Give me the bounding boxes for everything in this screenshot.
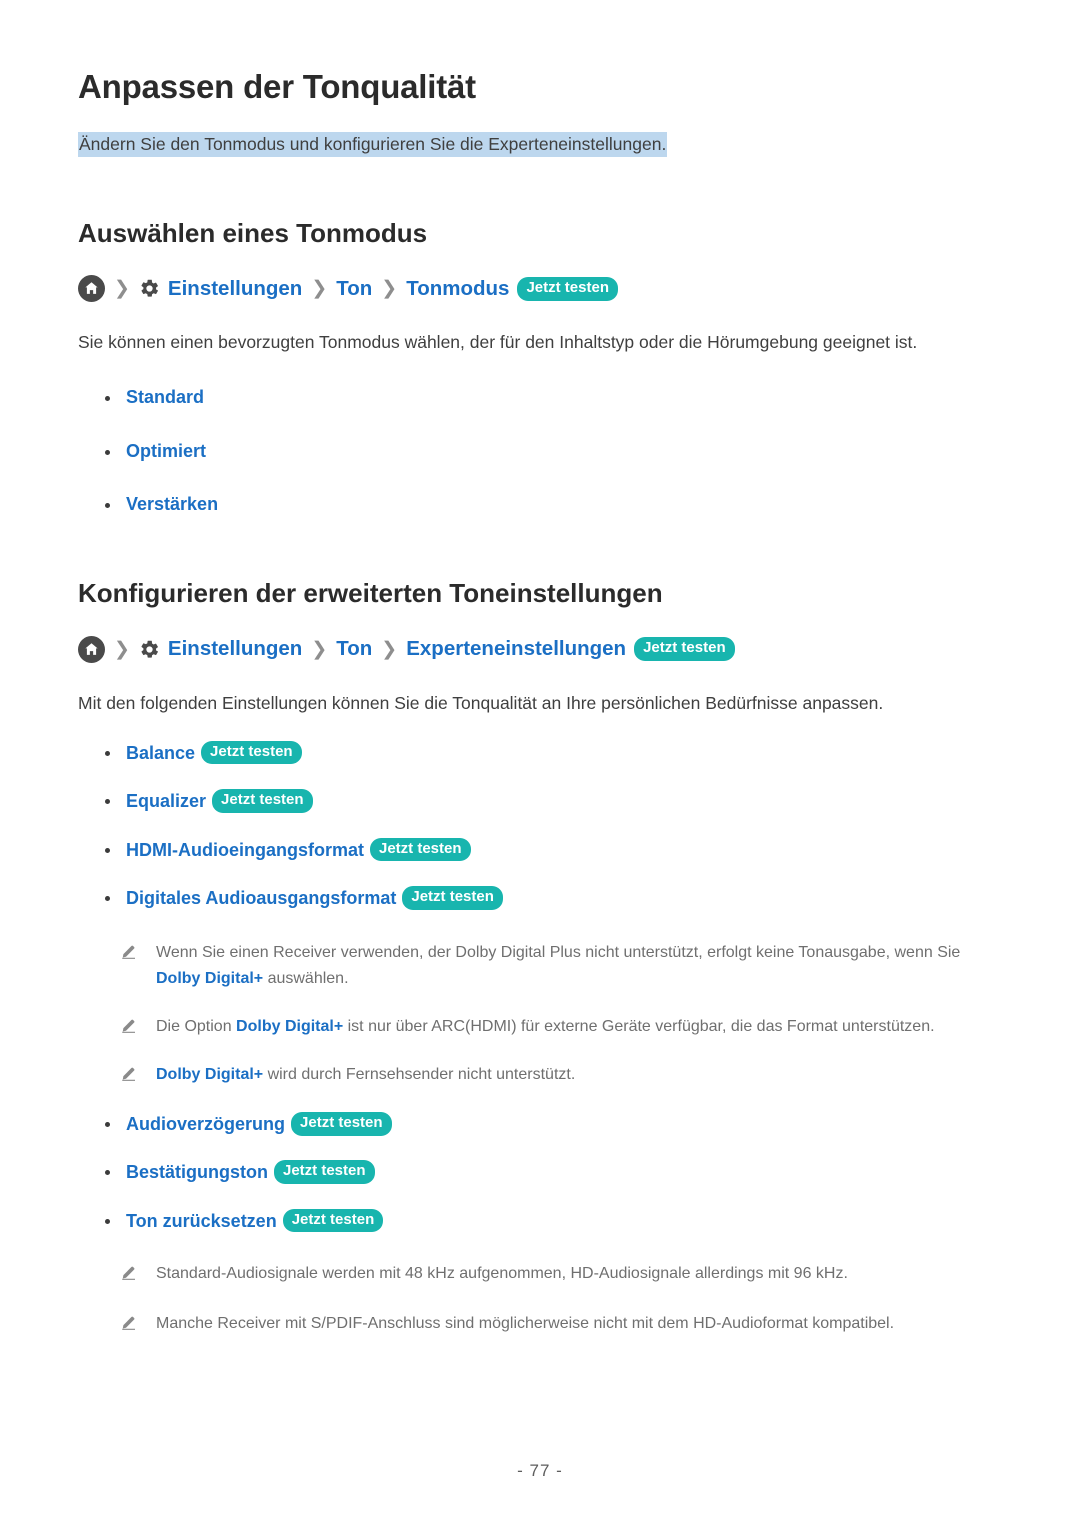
try-now-badge[interactable]: Jetzt testen bbox=[370, 837, 471, 862]
note-item: Die Option Dolby Digital+ ist nur über A… bbox=[78, 1014, 1002, 1040]
gear-icon bbox=[139, 278, 161, 300]
breadcrumb-sound-mode[interactable]: ❯ Einstellungen ❯ Ton ❯ Tonmodus Jetzt t… bbox=[78, 275, 1002, 303]
breadcrumb-separator-icon: ❯ bbox=[114, 278, 130, 300]
section-heading-sound-mode: Auswählen eines Tonmodus bbox=[78, 217, 428, 248]
try-now-badge[interactable]: Jetzt testen bbox=[201, 740, 302, 765]
section-intro-expert-settings: Mit den folgenden Einstellungen können S… bbox=[78, 692, 884, 713]
gear-icon bbox=[139, 638, 161, 660]
list-item[interactable]: Verstärken bbox=[78, 493, 1002, 516]
note-text-pre: Manche Receiver mit S/PDIF-Anschluss sin… bbox=[156, 1315, 895, 1332]
list-item-label: Bestätigungston bbox=[126, 1162, 268, 1183]
list-item[interactable]: HDMI-Audioeingangsformat Jetzt testen bbox=[78, 837, 1002, 862]
pencil-icon bbox=[120, 1263, 138, 1281]
list-item-label: Balance bbox=[126, 742, 196, 763]
list-item[interactable]: Audioverzögerung Jetzt testen bbox=[78, 1111, 1002, 1136]
notes-audio-format: Standard-Audiosignale werden mit 48 kHz … bbox=[78, 1261, 1002, 1337]
note-text-post: wird durch Fernsehsender nicht unterstüt… bbox=[263, 1066, 576, 1084]
list-item-label: Standard bbox=[126, 387, 205, 408]
breadcrumb-separator-icon: ❯ bbox=[114, 638, 130, 660]
list-item-label: HDMI-Audioeingangsformat bbox=[126, 839, 364, 860]
home-icon[interactable] bbox=[78, 635, 105, 663]
list-item[interactable]: Digitales Audioausgangsformat Jetzt teste… bbox=[78, 885, 1002, 910]
breadcrumb-item-sound-mode[interactable]: Tonmodus bbox=[406, 277, 509, 301]
breadcrumb-separator-icon: ❯ bbox=[381, 638, 398, 660]
try-now-badge[interactable]: Jetzt testen bbox=[634, 637, 735, 661]
breadcrumb-expert-settings[interactable]: ❯ Einstellungen ❯ Ton ❯ Experteneinstell… bbox=[78, 635, 1002, 663]
sound-mode-list: Standard Optimiert Verstärken bbox=[78, 386, 1002, 516]
pencil-icon bbox=[120, 1064, 138, 1082]
note-text-pre: Standard-Audiosignale werden mit 48 kHz … bbox=[156, 1265, 848, 1283]
breadcrumb-separator-icon: ❯ bbox=[311, 278, 328, 300]
document-page: Anpassen der Tonqualität Ändern Sie den … bbox=[0, 0, 1080, 1527]
note-item: Manche Receiver mit S/PDIF-Anschluss sin… bbox=[78, 1311, 1002, 1337]
list-item-label: Optimiert bbox=[126, 440, 207, 461]
list-item-label: Audioverzögerung bbox=[126, 1113, 286, 1134]
page-number: - 77 - bbox=[517, 1461, 563, 1480]
page-subtitle-container: Ändern Sie den Tonmodus und konfiguriere… bbox=[78, 130, 1002, 158]
list-item[interactable]: Equalizer Jetzt testen bbox=[78, 789, 1002, 813]
breadcrumb-item-sound[interactable]: Ton bbox=[336, 277, 372, 301]
breadcrumb-item-sound[interactable]: Ton bbox=[336, 637, 372, 661]
section-heading-expert-settings: Konfigurieren der erweiterten Toneinstel… bbox=[78, 578, 663, 609]
list-item-label: Verstärken bbox=[126, 494, 219, 515]
list-item-label: Equalizer bbox=[126, 791, 207, 812]
page-title: Anpassen der Tonqualität bbox=[78, 68, 476, 105]
note-text-post: ist nur über ARC(HDMI) für externe Gerät… bbox=[343, 1018, 935, 1036]
notes-dolby: Wenn Sie einen Receiver verwenden, der D… bbox=[78, 940, 1002, 1088]
breadcrumb-separator-icon: ❯ bbox=[381, 278, 398, 300]
expert-settings-list: Balance Jetzt testen Equalizer Jetzt teste… bbox=[78, 740, 1002, 911]
list-item[interactable]: Balance Jetzt testen bbox=[78, 740, 1002, 765]
section-intro-sound-mode: Sie können einen bevorzugten Tonmodus wä… bbox=[78, 332, 918, 353]
note-item: Wenn Sie einen Receiver verwenden, der D… bbox=[78, 940, 1002, 992]
breadcrumb-item-settings[interactable]: Einstellungen bbox=[168, 637, 302, 661]
note-text-strong: Dolby Digital+ bbox=[156, 1066, 264, 1084]
list-item-label: Digitales Audioausgangsformat bbox=[126, 887, 397, 908]
note-text-strong: Dolby Digital+ bbox=[236, 1018, 344, 1036]
try-now-badge[interactable]: Jetzt testen bbox=[282, 1208, 384, 1233]
note-text-strong: Dolby Digital+ bbox=[156, 970, 264, 988]
list-item[interactable]: Ton zurücksetzen Jetzt testen bbox=[78, 1208, 1002, 1233]
page-subtitle: Ändern Sie den Tonmodus und konfiguriere… bbox=[78, 131, 668, 157]
note-text-post: auswählen. bbox=[263, 970, 349, 988]
expert-settings-list-continued: Audioverzögerung Jetzt testen Bestätigung… bbox=[78, 1111, 1002, 1233]
try-now-badge[interactable]: Jetzt testen bbox=[517, 276, 618, 301]
note-item: Dolby Digital+ wird durch Fernsehsender … bbox=[78, 1062, 1002, 1088]
list-item-label: Ton zurücksetzen bbox=[126, 1210, 277, 1231]
pencil-icon bbox=[120, 1313, 138, 1331]
pencil-icon bbox=[120, 942, 138, 960]
list-item[interactable]: Bestätigungston Jetzt testen bbox=[78, 1160, 1002, 1185]
note-item: Standard-Audiosignale werden mit 48 kHz … bbox=[78, 1261, 1002, 1287]
breadcrumb-separator-icon: ❯ bbox=[311, 638, 328, 660]
note-text-pre: Die Option bbox=[156, 1018, 237, 1036]
list-item[interactable]: Optimiert bbox=[78, 440, 1002, 463]
try-now-badge[interactable]: Jetzt testen bbox=[402, 885, 503, 910]
breadcrumb-item-expert-settings[interactable]: Experteneinstellungen bbox=[406, 637, 626, 661]
breadcrumb-item-settings[interactable]: Einstellungen bbox=[168, 277, 302, 301]
pencil-icon bbox=[120, 1016, 138, 1034]
try-now-badge[interactable]: Jetzt testen bbox=[291, 1111, 392, 1136]
home-icon[interactable] bbox=[78, 275, 105, 303]
list-item[interactable]: Standard bbox=[78, 386, 1002, 409]
try-now-badge[interactable]: Jetzt testen bbox=[274, 1160, 375, 1185]
note-text-pre: Wenn Sie einen Receiver verwenden, der D… bbox=[156, 944, 961, 962]
try-now-badge[interactable]: Jetzt testen bbox=[212, 789, 313, 813]
